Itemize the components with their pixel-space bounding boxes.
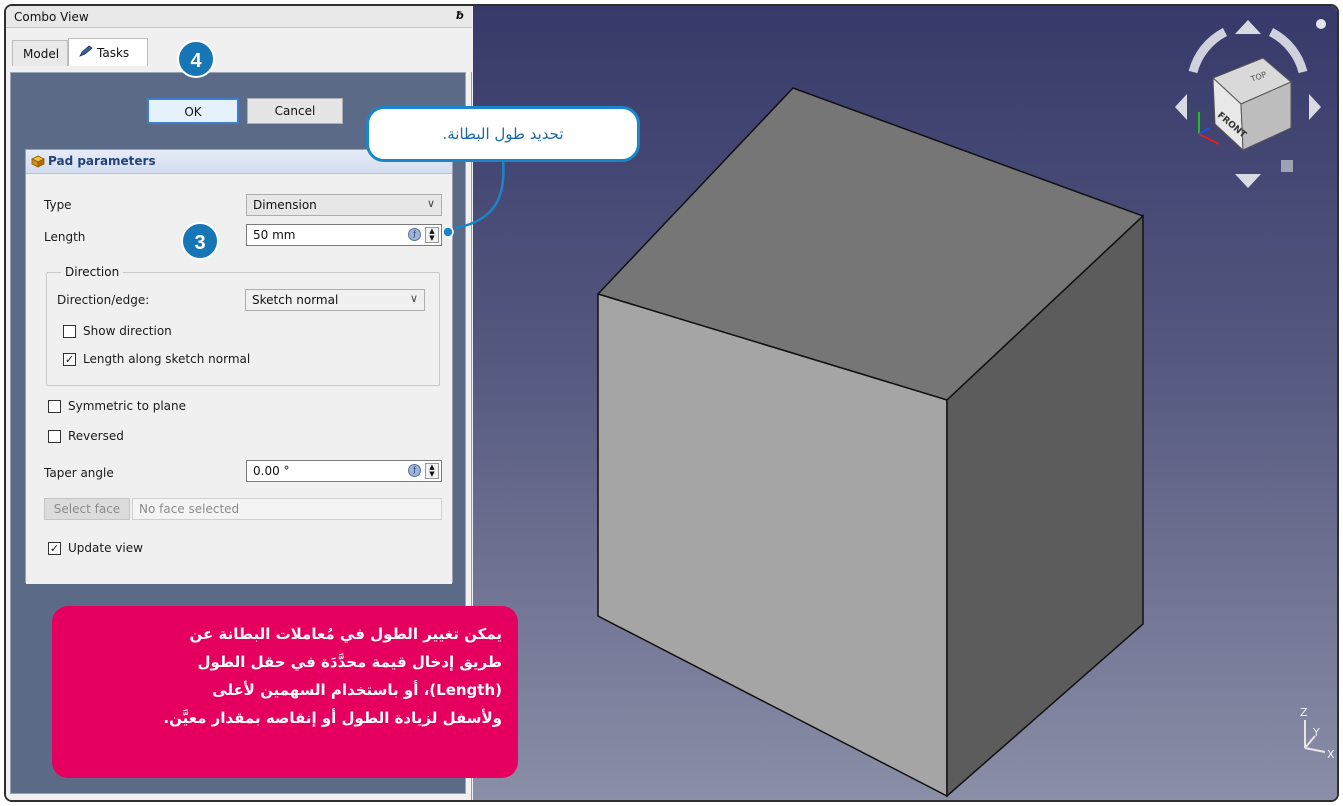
- note-line-4: ولأسفل لزيادة الطول أو إنقاصه بمقدار معي…: [163, 709, 502, 727]
- explanation-note: يمكن تغيير الطول في مُعاملات البطانة عن …: [52, 606, 518, 778]
- step-3-badge: 3: [181, 222, 219, 260]
- note-line-3: (Length)، أو باستخدام السهمين لأعلى: [212, 681, 502, 699]
- step-4-badge: 4: [177, 40, 215, 78]
- note-line-1: يمكن تغيير الطول في مُعاملات البطانة عن: [189, 625, 502, 643]
- screenshot-frame: Combo View ƀ Model Tasks OK Cancel Pad p…: [4, 4, 1339, 802]
- length-callout-bubble: تحديد طول البطانة.: [366, 106, 640, 162]
- note-line-2: طريق إدخال قيمة محدَّدَة في حقل الطول: [197, 653, 502, 671]
